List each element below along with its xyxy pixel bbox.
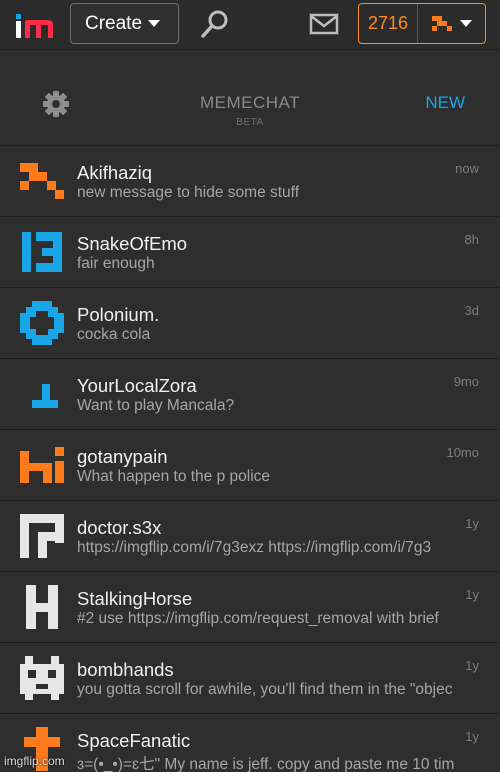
avatar (32, 384, 58, 408)
memechat-header: MEMECHAT BETA NEW (0, 60, 500, 146)
avatar (20, 514, 64, 558)
top-navigation-bar: Create 2716 (0, 0, 500, 50)
conversation-preview: Want to play Mancala? (77, 397, 235, 414)
user-avatar (431, 15, 452, 31)
conversation-preview: What happen to the p police (77, 468, 271, 485)
conversation-name: gotanypain (77, 446, 168, 467)
points-counter[interactable]: 2716 (359, 4, 418, 43)
conversation-name: Akifhaziq (77, 162, 153, 183)
conversation-item[interactable]: Akifhaziq new message to hide some stuff… (0, 146, 500, 217)
avatar (20, 656, 64, 700)
conversation-time: 1y (465, 516, 479, 531)
imgflip-logo[interactable] (15, 10, 55, 40)
conversation-name: StalkingHorse (77, 588, 193, 609)
search-icon[interactable] (199, 9, 231, 39)
user-menu-button[interactable] (418, 4, 485, 43)
conversation-item[interactable]: bombhands you gotta scroll for awhile, y… (0, 643, 500, 714)
conversation-item[interactable]: Polonium. cocka cola 3d (0, 288, 500, 359)
conversation-time: 1y (465, 729, 479, 744)
chevron-down-icon (459, 20, 472, 27)
conversation-name: SpaceFanatic (77, 730, 191, 751)
conversation-time: now (455, 161, 479, 176)
conversation-item[interactable]: gotanypain What happen to the p police 1… (0, 430, 500, 501)
create-button[interactable]: Create (70, 3, 179, 44)
conversation-preview: you gotta scroll for awhile, you'll find… (77, 681, 453, 698)
conversation-time: 1y (465, 587, 479, 602)
conversation-name: SnakeOfEmo (77, 233, 188, 254)
conversation-time: 9mo (453, 374, 479, 389)
conversation-name: YourLocalZora (77, 375, 197, 396)
conversation-item[interactable]: SnakeOfEmo fair enough 8h (0, 217, 500, 288)
conversation-preview: new message to hide some stuff (77, 184, 300, 201)
avatar (20, 447, 64, 483)
conversation-time: 10mo (446, 445, 479, 460)
conversation-time: 1y (465, 658, 479, 673)
avatar (20, 163, 64, 199)
conversation-list: Akifhaziq new message to hide some stuff… (0, 146, 500, 772)
conversation-name: Polonium. (77, 304, 160, 325)
conversation-name: bombhands (77, 659, 174, 680)
conversation-time: 3d (464, 303, 479, 318)
conversation-item[interactable]: YourLocalZora Want to play Mancala? 9mo (0, 359, 500, 430)
conversation-preview: ɜ=(•_•)=ɛ七" My name is jeff. copy and pa… (77, 756, 455, 772)
conversation-item[interactable]: SpaceFanatic ɜ=(•_•)=ɛ七" My name is jeff… (0, 714, 500, 772)
conversation-item[interactable]: StalkingHorse #2 use https://imgflip.com… (0, 572, 500, 643)
conversation-name: doctor.s3x (77, 517, 162, 538)
conversation-preview: https://imgflip.com/i/7g3exz https://img… (77, 539, 432, 556)
avatar (26, 585, 58, 629)
conversation-item[interactable]: doctor.s3x https://imgflip.com/i/7g3exz … (0, 501, 500, 572)
create-button-label: Create (85, 12, 143, 34)
conversation-preview: fair enough (77, 255, 155, 272)
mail-icon[interactable] (309, 12, 339, 36)
user-points-group: 2716 (358, 3, 486, 44)
conversation-preview: cocka cola (77, 326, 151, 343)
beta-label: BETA (236, 117, 264, 128)
avatar (22, 232, 62, 272)
new-chat-button[interactable]: NEW (425, 93, 465, 113)
conversation-preview: #2 use https://imgflip.com/request_remov… (77, 610, 439, 627)
chevron-down-icon (148, 20, 161, 27)
conversation-time: 8h (464, 232, 479, 247)
avatar (20, 301, 64, 345)
watermark: imgflip.com (4, 754, 65, 768)
